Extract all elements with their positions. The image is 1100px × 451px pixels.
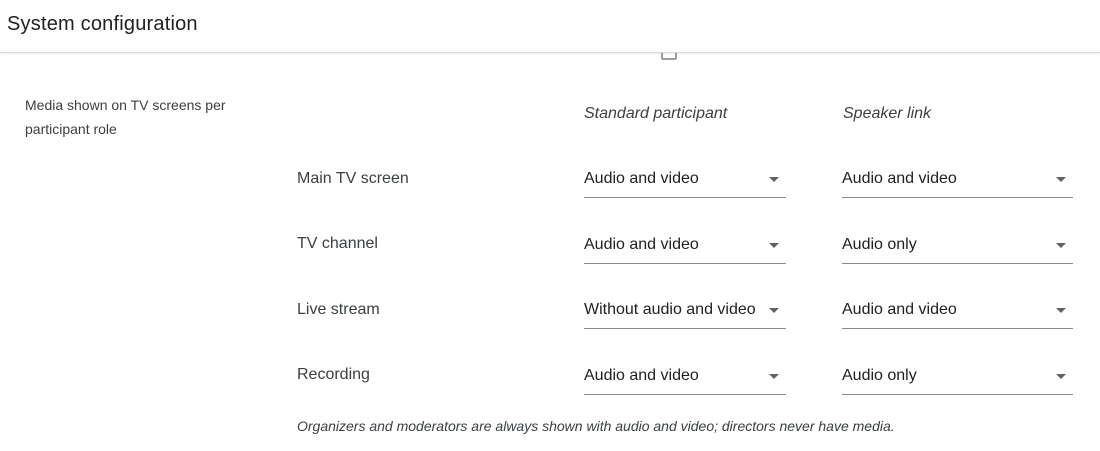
section-label-media-per-role: Media shown on TV screens per participan… [25, 97, 226, 137]
select-value: Audio only [842, 367, 917, 384]
dropdown-arrow-icon [769, 243, 779, 248]
select-live-stream-standard[interactable]: Without audio and video [584, 293, 786, 329]
select-value: Without audio and video [584, 301, 756, 318]
dropdown-arrow-icon [1056, 177, 1066, 182]
page-title: System configuration [7, 13, 198, 35]
dropdown-arrow-icon [1056, 243, 1066, 248]
dropdown-arrow-icon [1056, 374, 1066, 379]
dropdown-arrow-icon [1056, 308, 1066, 313]
media-note: Organizers and moderators are always sho… [297, 418, 895, 434]
row-label-live-stream: Live stream [297, 301, 380, 318]
system-configuration-page: System configuration Notes Media shown o… [0, 0, 1100, 451]
select-value: Audio only [842, 236, 917, 253]
select-value: Audio and video [842, 301, 957, 318]
select-value: Audio and video [584, 170, 699, 187]
row-label-main-tv-screen: Main TV screen [297, 170, 409, 187]
column-header-standard-participant: Standard participant [584, 105, 728, 122]
row-label-tv-channel: TV channel [297, 235, 378, 252]
select-value: Audio and video [842, 170, 957, 187]
select-recording-speaker[interactable]: Audio only [842, 359, 1073, 395]
app-bar: System configuration [0, 0, 1100, 53]
select-main-tv-screen-speaker[interactable]: Audio and video [842, 162, 1073, 198]
select-tv-channel-standard[interactable]: Audio and video [584, 228, 786, 264]
select-tv-channel-speaker[interactable]: Audio only [842, 228, 1073, 264]
select-live-stream-speaker[interactable]: Audio and video [842, 293, 1073, 329]
select-value: Audio and video [584, 367, 699, 384]
dropdown-arrow-icon [769, 177, 779, 182]
dropdown-arrow-icon [769, 308, 779, 313]
row-label-recording: Recording [297, 366, 370, 383]
select-value: Audio and video [584, 236, 699, 253]
column-header-speaker-link: Speaker link [843, 105, 932, 122]
select-recording-standard[interactable]: Audio and video [584, 359, 786, 395]
dropdown-arrow-icon [769, 374, 779, 379]
select-main-tv-screen-standard[interactable]: Audio and video [584, 162, 786, 198]
